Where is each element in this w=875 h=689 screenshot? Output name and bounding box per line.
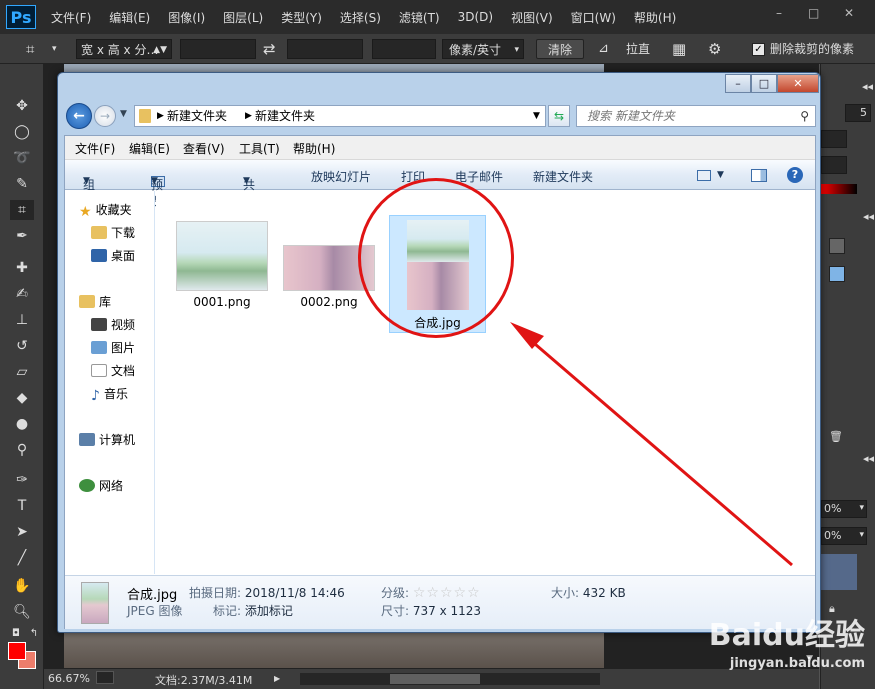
watermark-logo: Baidu经验: [708, 618, 865, 653]
watermark-url: jingyan.baidu.com: [729, 656, 865, 671]
annotation-arrow-line: [527, 336, 793, 567]
annotation-arrow-head: [510, 322, 544, 349]
annotation-arrow: [510, 322, 793, 567]
watermark: Baidu经验 jingyan.baidu.com: [709, 610, 865, 671]
annotation-circle: [358, 178, 514, 338]
